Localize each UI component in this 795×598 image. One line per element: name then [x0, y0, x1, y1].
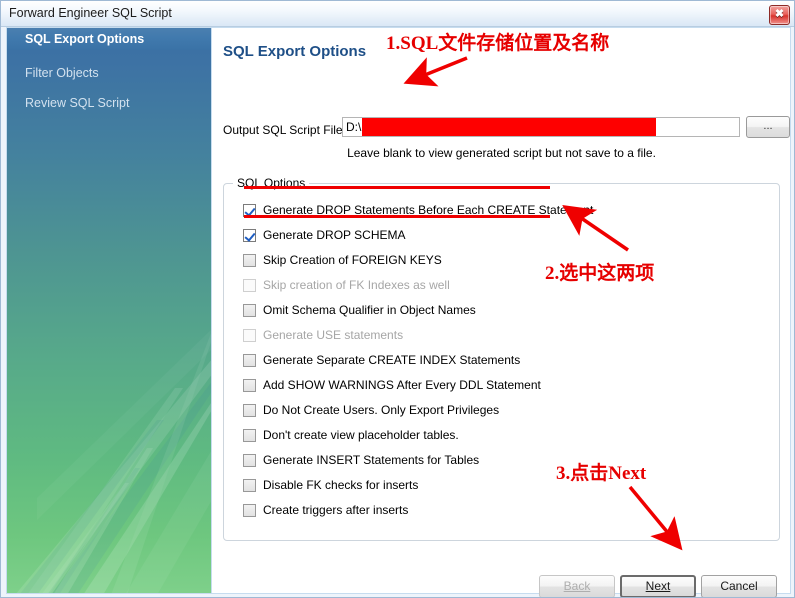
checkbox[interactable] [243, 454, 256, 467]
checkbox[interactable] [243, 204, 256, 217]
main-panel: SQL Export Options Output SQL Script Fil… [212, 27, 791, 597]
checkbox-label: Generate Separate CREATE INDEX Statement… [263, 353, 521, 367]
checkbox-label: Omit Schema Qualifier in Object Names [263, 303, 476, 317]
checkbox-label: Generate DROP Statements Before Each CRE… [263, 203, 594, 217]
hint-text: Leave blank to view generated script but… [347, 146, 656, 160]
cancel-button[interactable]: Cancel [701, 575, 777, 597]
sql-options-group-title: SQL Options [233, 176, 310, 190]
sidebar-item-filter-objects[interactable]: Filter Objects [7, 62, 211, 84]
checkbox-label: Don't create view placeholder tables. [263, 428, 459, 442]
checkbox[interactable] [243, 254, 256, 267]
sidebar-item-list: SQL Export Options Filter Objects Review… [7, 28, 211, 114]
checkbox[interactable] [243, 479, 256, 492]
next-button-label: Next [645, 579, 671, 593]
output-file-value: D:\ [346, 120, 362, 134]
checkbox-label: Create triggers after inserts [263, 503, 409, 517]
checkbox-label: Generate USE statements [263, 328, 404, 342]
checkbox-label: Generate INSERT Statements for Tables [263, 453, 480, 467]
checkbox[interactable] [243, 429, 256, 442]
checkbox-label: Do Not Create Users. Only Export Privile… [263, 403, 500, 417]
sidebar-item-label: Filter Objects [25, 66, 99, 80]
close-glyph: ✖ [774, 8, 785, 20]
output-file-label: Output SQL Script File: [223, 123, 346, 137]
page-title: SQL Export Options [223, 43, 367, 60]
checkbox[interactable] [243, 504, 256, 517]
checkbox-label: Skip Creation of FOREIGN KEYS [263, 253, 442, 267]
next-button[interactable]: Next [620, 575, 696, 597]
checkbox[interactable] [243, 229, 256, 242]
close-icon[interactable]: ✖ [769, 5, 790, 25]
checkbox [243, 279, 256, 292]
output-file-input[interactable]: D:\ [342, 117, 740, 137]
dialog-window: Forward Engineer SQL Script ✖ SQL Export… [0, 0, 795, 598]
title-bar: Forward Engineer SQL Script ✖ [1, 1, 794, 27]
back-button-label: Back [563, 579, 591, 593]
cancel-button-label: Cancel [720, 579, 758, 593]
checkbox[interactable] [243, 379, 256, 392]
checkbox[interactable] [243, 304, 256, 317]
wizard-sidebar: SQL Export Options Filter Objects Review… [6, 27, 212, 594]
dialog-client-area: SQL Export Options Filter Objects Review… [1, 27, 794, 597]
checkbox-label: Add SHOW WARNINGS After Every DDL Statem… [263, 378, 541, 392]
browse-button[interactable]: ... [746, 116, 790, 138]
window-title: Forward Engineer SQL Script [9, 6, 172, 20]
sidebar-item-label: SQL Export Options [25, 32, 145, 46]
checkbox-label: Generate DROP SCHEMA [263, 228, 406, 242]
sidebar-item-sql-export-options[interactable]: SQL Export Options [7, 28, 211, 50]
back-button[interactable]: Back [539, 575, 615, 597]
sidebar-item-label: Review SQL Script [25, 96, 130, 110]
sidebar-item-review-sql-script[interactable]: Review SQL Script [7, 92, 211, 114]
redaction-overlay [362, 118, 656, 136]
checkbox [243, 329, 256, 342]
checkbox-label: Disable FK checks for inserts [263, 478, 419, 492]
sql-options-group: SQL Options Generate DROP Statements Bef… [223, 176, 780, 541]
checkbox[interactable] [243, 404, 256, 417]
checkbox-label: Skip creation of FK Indexes as well [263, 278, 450, 292]
checkbox[interactable] [243, 354, 256, 367]
